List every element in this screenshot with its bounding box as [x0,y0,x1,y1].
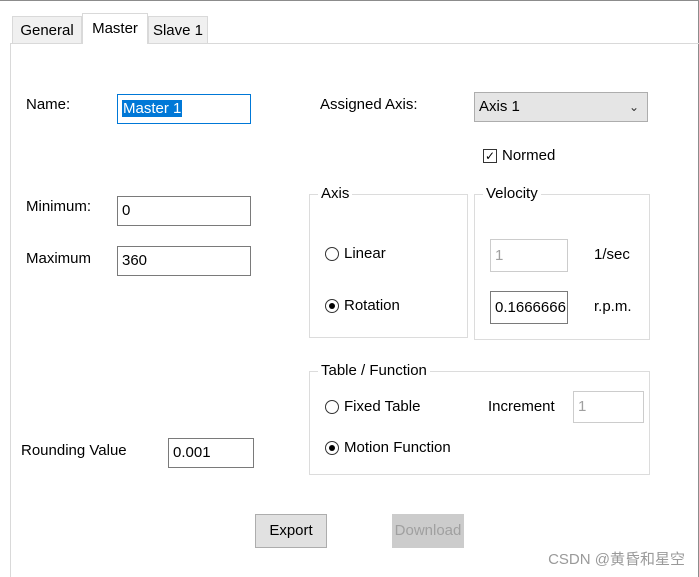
axis-group: Axis [309,185,468,338]
fixed-table-radio[interactable] [325,400,339,414]
chevron-down-icon: ⌄ [628,100,639,114]
panel-border-left [10,43,11,577]
assigned-axis-label: Assigned Axis: [320,96,418,113]
velocity-rpm-input[interactable]: 0.1666666 [490,291,568,324]
watermark-text: CSDN @黄昏和星空 [548,551,685,568]
axis-group-title: Axis [318,185,353,203]
name-input[interactable]: Master 1 [117,94,251,124]
velocity-group-title: Velocity [483,185,541,203]
rotation-radio[interactable] [325,299,339,313]
window-border-top [0,0,699,1]
assigned-axis-value: Axis 1 [479,98,520,115]
maximum-input[interactable]: 360 [117,246,251,276]
name-label: Name: [26,96,71,113]
download-button[interactable]: Download [392,514,464,548]
rotation-label[interactable]: Rotation [344,297,400,314]
linear-label[interactable]: Linear [344,245,386,262]
tab-slave-1[interactable]: Slave 1 [148,16,208,43]
export-button[interactable]: Export [255,514,327,548]
fixed-table-label[interactable]: Fixed Table [344,398,420,415]
minimum-input[interactable]: 0 [117,196,251,226]
maximum-label: Maximum [26,250,92,267]
motion-function-radio[interactable] [325,441,339,455]
name-input-value: Master 1 [122,100,183,117]
tab-master[interactable]: Master [82,13,148,44]
rounding-value-label: Rounding Value [21,442,127,459]
increment-input[interactable]: 1 [573,391,644,423]
motion-function-label[interactable]: Motion Function [344,439,451,456]
velocity-rpm-unit: r.p.m. [594,298,632,315]
rounding-value-input[interactable]: 0.001 [168,438,254,468]
normed-checkbox[interactable]: ✓ [483,149,497,163]
table-function-group-title: Table / Function [318,362,430,380]
normed-label[interactable]: Normed [502,147,555,164]
velocity-sec-input[interactable]: 1 [490,239,568,272]
tab-general[interactable]: General [12,16,82,43]
increment-label: Increment [488,398,555,415]
linear-radio[interactable] [325,247,339,261]
minimum-label: Minimum: [26,198,92,215]
assigned-axis-select[interactable]: Axis 1 ⌄ [474,92,648,122]
table-function-group: Table / Function [309,362,650,475]
velocity-sec-unit: 1/sec [594,246,630,263]
checkmark-icon: ✓ [484,149,496,163]
